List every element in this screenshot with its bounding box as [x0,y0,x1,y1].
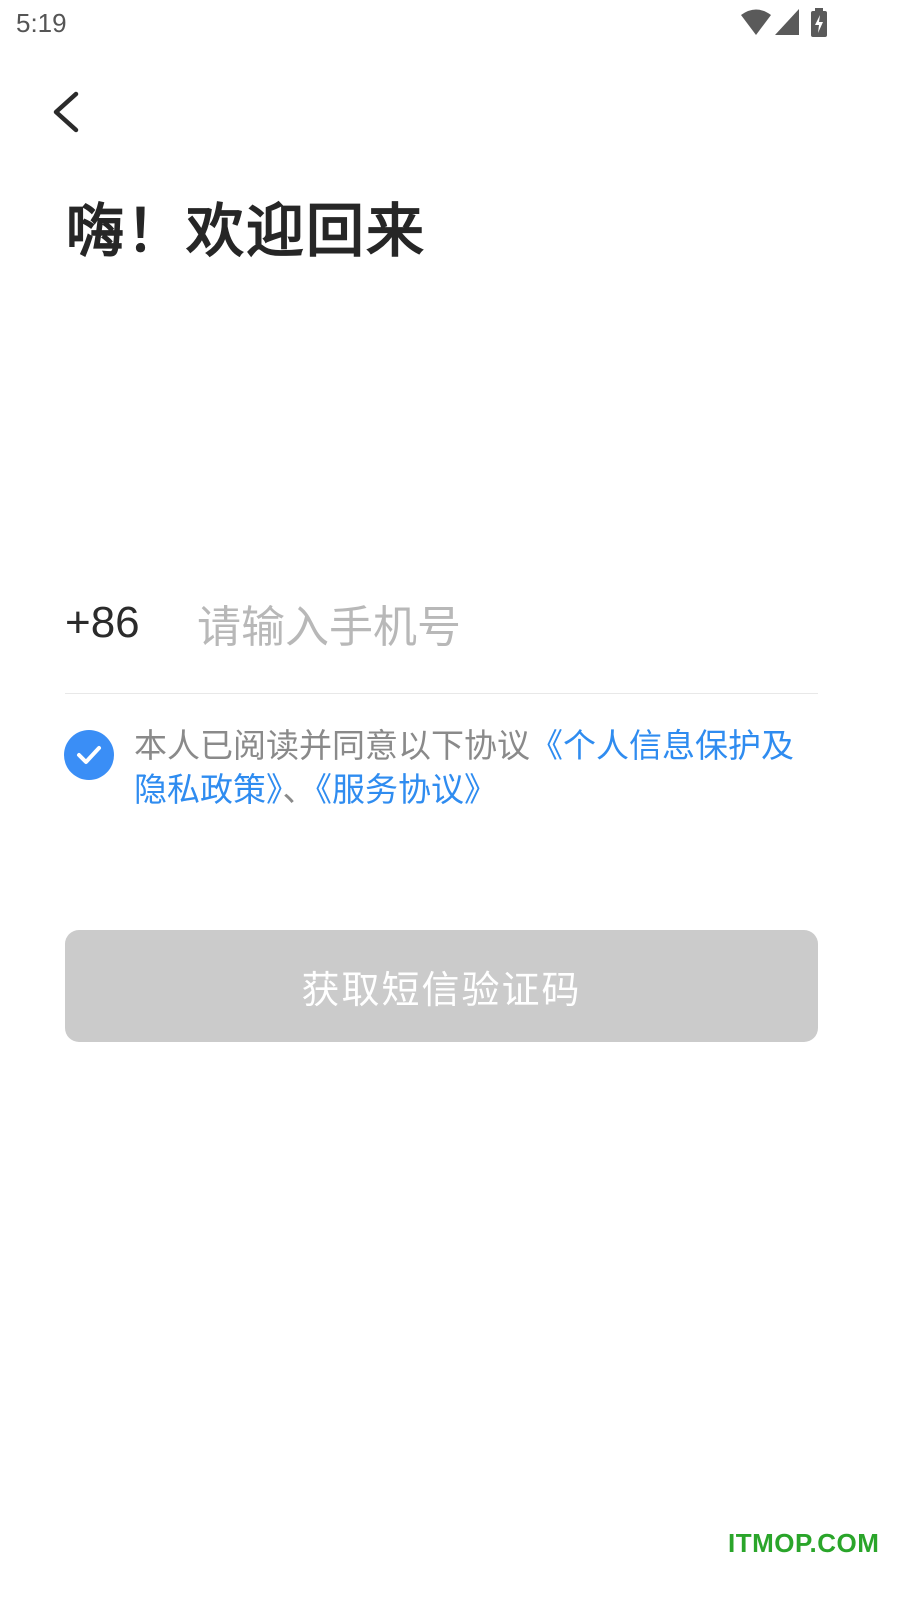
agreement-text: 本人已阅读并同意以下协议《个人信息保护及隐私政策》、《服务协议》 [134,724,824,812]
back-button[interactable] [40,82,100,142]
check-icon [77,746,101,764]
status-icons [740,8,840,40]
watermark: ITMOP.COM [728,1528,880,1558]
battery-charging-icon [811,8,827,37]
cell-signal-icon [775,9,799,35]
chevron-left-icon [53,91,79,133]
status-time: 5:19 [16,8,67,38]
wifi-icon [741,9,771,35]
phone-input[interactable] [197,592,797,662]
phone-divider [65,693,818,694]
status-bar: 5:19 [0,0,900,48]
agreement-separator: 、 [282,770,316,809]
page-title: 嗨！欢迎回来 [66,197,427,265]
service-agreement-link[interactable]: 《服务协议》 [316,770,498,809]
phone-input-row: +86 [65,590,818,694]
agreement-prefix: 本人已阅读并同意以下协议 [134,726,530,765]
country-code[interactable]: +86 [65,598,140,648]
get-sms-code-button[interactable]: 获取短信验证码 [65,930,818,1042]
agreement-checkbox[interactable] [64,730,114,780]
